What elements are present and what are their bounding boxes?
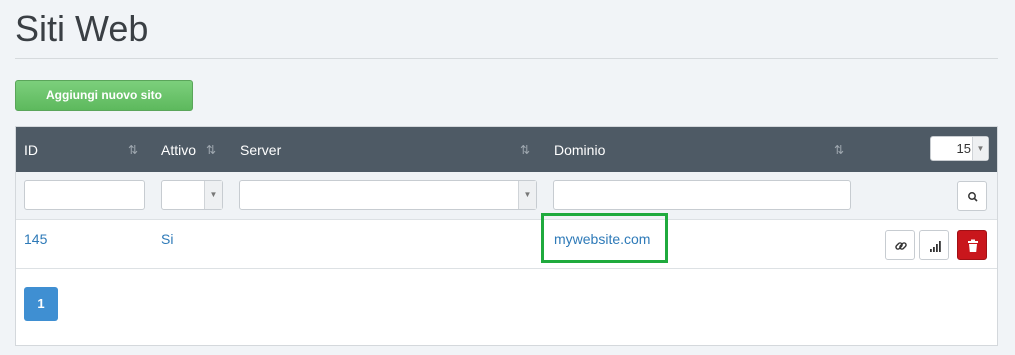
sort-icon[interactable]: ⇅ bbox=[834, 127, 844, 172]
domain-highlight-box bbox=[541, 213, 668, 263]
search-button[interactable] bbox=[957, 181, 987, 211]
column-header-id[interactable]: ID bbox=[24, 127, 38, 172]
chevron-down-icon: ▼ bbox=[518, 181, 536, 209]
title-divider bbox=[15, 58, 998, 59]
page-size-value: 15 bbox=[956, 141, 971, 156]
sort-icon[interactable]: ⇅ bbox=[520, 127, 530, 172]
page-size-select[interactable]: 15 ▼ bbox=[930, 136, 989, 161]
delete-button[interactable] bbox=[957, 230, 987, 260]
table-row: 145 Si mywebsite.com bbox=[16, 220, 997, 269]
cell-id[interactable]: 145 bbox=[24, 220, 47, 269]
websites-table: ID ⇅ Attivo ⇅ Server ⇅ Dominio ⇅ 15 ▼ ▼ … bbox=[15, 126, 998, 346]
filter-row: ▼ ▼ bbox=[16, 172, 997, 220]
filter-id-input[interactable] bbox=[24, 180, 145, 210]
stats-button[interactable] bbox=[919, 230, 949, 260]
signal-bars-icon bbox=[930, 241, 941, 252]
filter-attivo-select[interactable]: ▼ bbox=[161, 180, 223, 210]
page-title: Siti Web bbox=[15, 8, 149, 49]
column-header-attivo[interactable]: Attivo bbox=[161, 127, 196, 172]
chevron-down-icon: ▼ bbox=[204, 181, 222, 209]
search-icon bbox=[968, 192, 978, 202]
table-header: ID ⇅ Attivo ⇅ Server ⇅ Dominio ⇅ 15 ▼ bbox=[16, 127, 997, 172]
sort-icon[interactable]: ⇅ bbox=[128, 127, 138, 172]
column-header-server[interactable]: Server bbox=[240, 127, 281, 172]
column-header-dominio[interactable]: Dominio bbox=[554, 127, 605, 172]
chevron-down-icon: ▼ bbox=[972, 137, 988, 160]
filter-server-select[interactable]: ▼ bbox=[239, 180, 537, 210]
link-icon bbox=[895, 242, 907, 250]
pagination-page-1[interactable]: 1 bbox=[24, 287, 58, 321]
row-attivo-link[interactable]: Si bbox=[161, 231, 173, 247]
cell-attivo[interactable]: Si bbox=[161, 220, 173, 269]
add-site-button[interactable]: Aggiungi nuovo sito bbox=[15, 80, 193, 111]
filter-dominio-input[interactable] bbox=[553, 180, 851, 210]
sort-icon[interactable]: ⇅ bbox=[206, 127, 216, 172]
row-id-link[interactable]: 145 bbox=[24, 231, 47, 247]
trash-icon bbox=[968, 239, 978, 252]
link-button[interactable] bbox=[885, 230, 915, 260]
